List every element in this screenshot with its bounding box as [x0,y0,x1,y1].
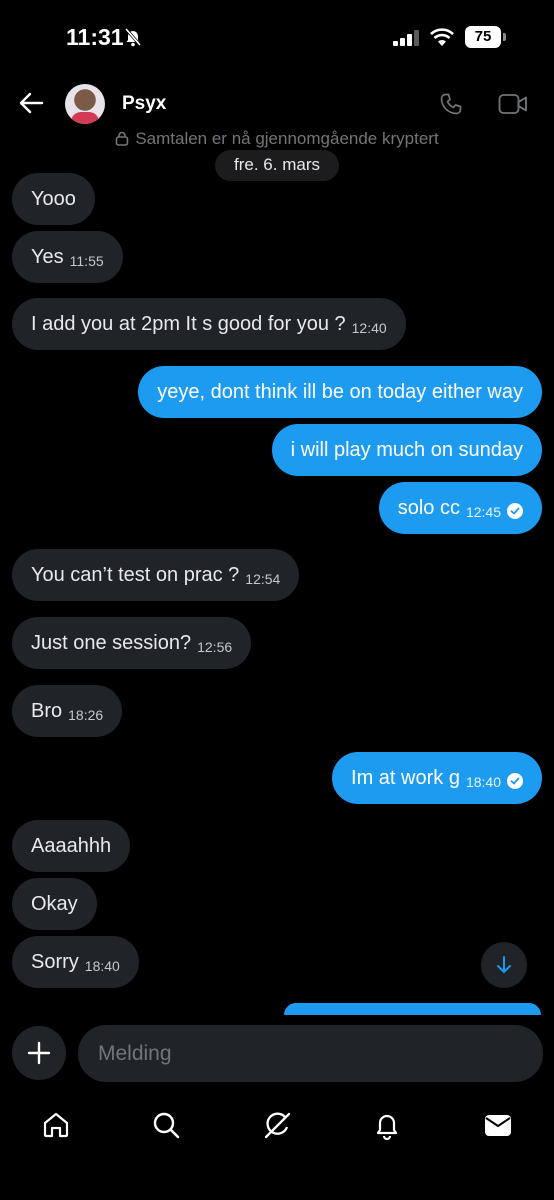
message-time: 18:26 [68,707,104,723]
home-icon[interactable] [41,1110,71,1140]
message-bubble-incoming[interactable]: Bro 18:26 [12,685,123,737]
message-text: i will play much on sunday [290,439,523,461]
arrow-down-icon [497,956,511,973]
video-camera-icon[interactable] [498,93,528,115]
status-bar: 11:31 75 [0,0,554,70]
message-text: Yooo [31,188,76,210]
add-attachment-button[interactable] [12,1026,66,1080]
message-input[interactable]: Melding [78,1025,543,1082]
message-bubble-outgoing[interactable]: Im at work g 18:40 [332,752,542,804]
battery-indicator: 75 [465,26,506,48]
date-separator: fre. 6. mars [215,150,339,181]
read-receipt-icon [507,503,523,519]
message-text: I add you at 2pm It s good for you ? [31,313,346,335]
message-text: Sorry [31,951,79,973]
back-arrow-icon[interactable] [18,90,44,116]
message-text: Yes [31,246,64,268]
message-bubble-incoming[interactable]: Yes 11:55 [12,231,123,283]
message-time: 18:40 [465,774,501,790]
read-receipt-icon [507,773,523,789]
bottom-tab-bar [0,1100,554,1200]
message-time: 12:56 [197,639,233,655]
message-text: yeye, dont think ill be on today either … [157,381,523,403]
message-time: 12:54 [245,571,281,587]
message-time: 12:45 [465,504,501,520]
notifications-icon[interactable] [372,1110,402,1140]
cellular-signal-icon [393,30,419,46]
message-bubble-incoming[interactable]: I add you at 2pm It s good for you ? 12:4… [12,298,406,350]
message-bubble-outgoing[interactable]: yeye, dont think ill be on today either … [138,366,542,418]
encryption-notice-text: Samtalen er nå gjennomgående kryptert [135,129,439,148]
message-bubble-outgoing[interactable]: i will play much on sunday [271,424,542,476]
message-text: Just one session? [31,632,192,654]
message-text: Im at work g [351,767,460,789]
message-bubble-outgoing-partial [284,1003,541,1015]
message-text: Okay [31,893,78,915]
wifi-icon [430,28,454,46]
battery-level: 75 [474,28,492,45]
message-bubble-incoming[interactable]: Aaaahhh [12,820,131,872]
message-time: 18:40 [84,958,120,974]
contact-name[interactable]: Psyx [122,93,166,115]
message-bubble-incoming[interactable]: Just one session? 12:56 [12,617,252,669]
plus-icon [27,1041,51,1065]
message-time: 11:55 [69,253,104,269]
search-icon[interactable] [151,1110,181,1140]
message-text: You can’t test on prac ? [31,564,240,586]
message-bubble-incoming[interactable]: You can’t test on prac ? 12:54 [12,549,300,601]
messages-icon[interactable] [483,1110,513,1140]
message-text: Bro [31,700,63,722]
message-bubble-outgoing[interactable]: solo cc 12:45 [378,482,542,534]
message-bubble-incoming[interactable]: Sorry 18:40 [12,936,139,988]
message-time: 12:40 [351,320,387,336]
lock-icon [116,131,129,146]
encryption-notice: Samtalen er nå gjennomgående kryptert [0,129,554,149]
message-text: solo cc [397,497,460,519]
message-bubble-incoming[interactable]: Okay [12,878,97,930]
message-bubble-incoming[interactable]: Yooo [12,173,95,225]
scroll-to-bottom-button[interactable] [481,942,527,988]
message-text: Aaaahhh [31,835,112,857]
grok-icon[interactable] [262,1110,292,1140]
phone-icon[interactable] [439,92,463,116]
status-time: 11:31 [66,24,124,50]
avatar[interactable] [65,84,105,124]
bell-off-icon [124,28,142,47]
